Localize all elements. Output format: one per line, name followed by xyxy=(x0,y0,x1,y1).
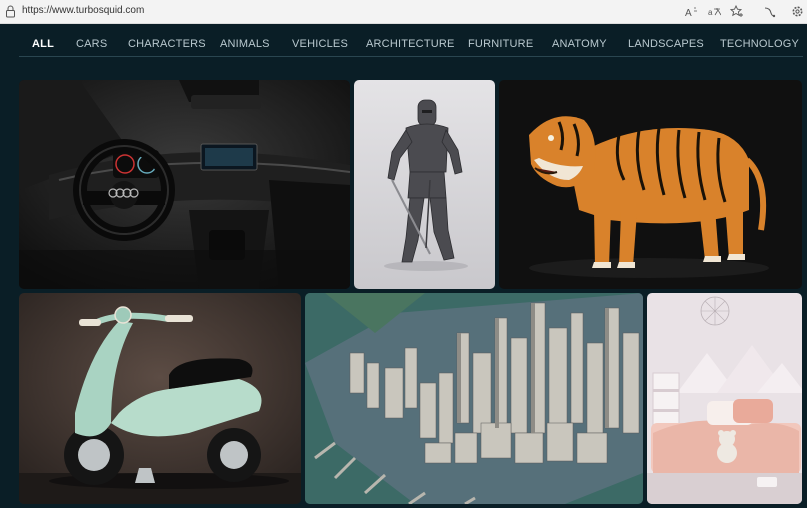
bedroom-image xyxy=(647,293,802,504)
settings-icon[interactable] xyxy=(790,4,805,19)
tiger-image xyxy=(499,80,802,289)
gallery-tile-tiger[interactable] xyxy=(499,80,802,289)
city-image xyxy=(305,293,643,504)
read-aloud-icon[interactable]: A xyxy=(684,4,699,19)
gallery-tile-kids-bedroom[interactable] xyxy=(647,293,802,504)
browser-toolbar: https://www.turbosquid.com A a xyxy=(0,0,807,24)
nav-item-all[interactable]: ALL xyxy=(32,38,54,50)
car-interior-image xyxy=(19,80,350,289)
gallery-tile-city-aerial[interactable] xyxy=(305,293,643,504)
favorites-icon[interactable] xyxy=(729,4,744,19)
translate-icon[interactable]: a xyxy=(707,4,722,19)
nav-item-characters[interactable]: CHARACTERS xyxy=(128,38,206,50)
nav-divider xyxy=(19,56,803,57)
nav-item-cars[interactable]: CARS xyxy=(76,38,107,50)
gallery-tile-armored-knight[interactable] xyxy=(354,80,495,289)
svg-text:A: A xyxy=(685,8,692,18)
scooter-image xyxy=(19,293,301,504)
gallery-tile-scooter[interactable] xyxy=(19,293,301,504)
lock-icon[interactable] xyxy=(5,5,16,18)
category-nav: ALL CARS CHARACTERS ANIMALS VEHICLES ARC… xyxy=(0,32,807,58)
svg-text:a: a xyxy=(708,8,713,17)
nav-item-furniture[interactable]: FURNITURE xyxy=(468,38,533,50)
knight-image xyxy=(354,80,495,289)
nav-item-animals[interactable]: ANIMALS xyxy=(220,38,270,50)
address-bar-url[interactable]: https://www.turbosquid.com xyxy=(22,5,144,16)
nav-item-technology[interactable]: TECHNOLOGY xyxy=(720,38,799,50)
nav-item-anatomy[interactable]: ANATOMY xyxy=(552,38,607,50)
extension-icon[interactable] xyxy=(762,4,777,19)
nav-item-architecture[interactable]: ARCHITECTURE xyxy=(366,38,455,50)
nav-item-vehicles[interactable]: VEHICLES xyxy=(292,38,348,50)
nav-item-landscapes[interactable]: LANDSCAPES xyxy=(628,38,704,50)
gallery-tile-car-interior[interactable] xyxy=(19,80,350,289)
